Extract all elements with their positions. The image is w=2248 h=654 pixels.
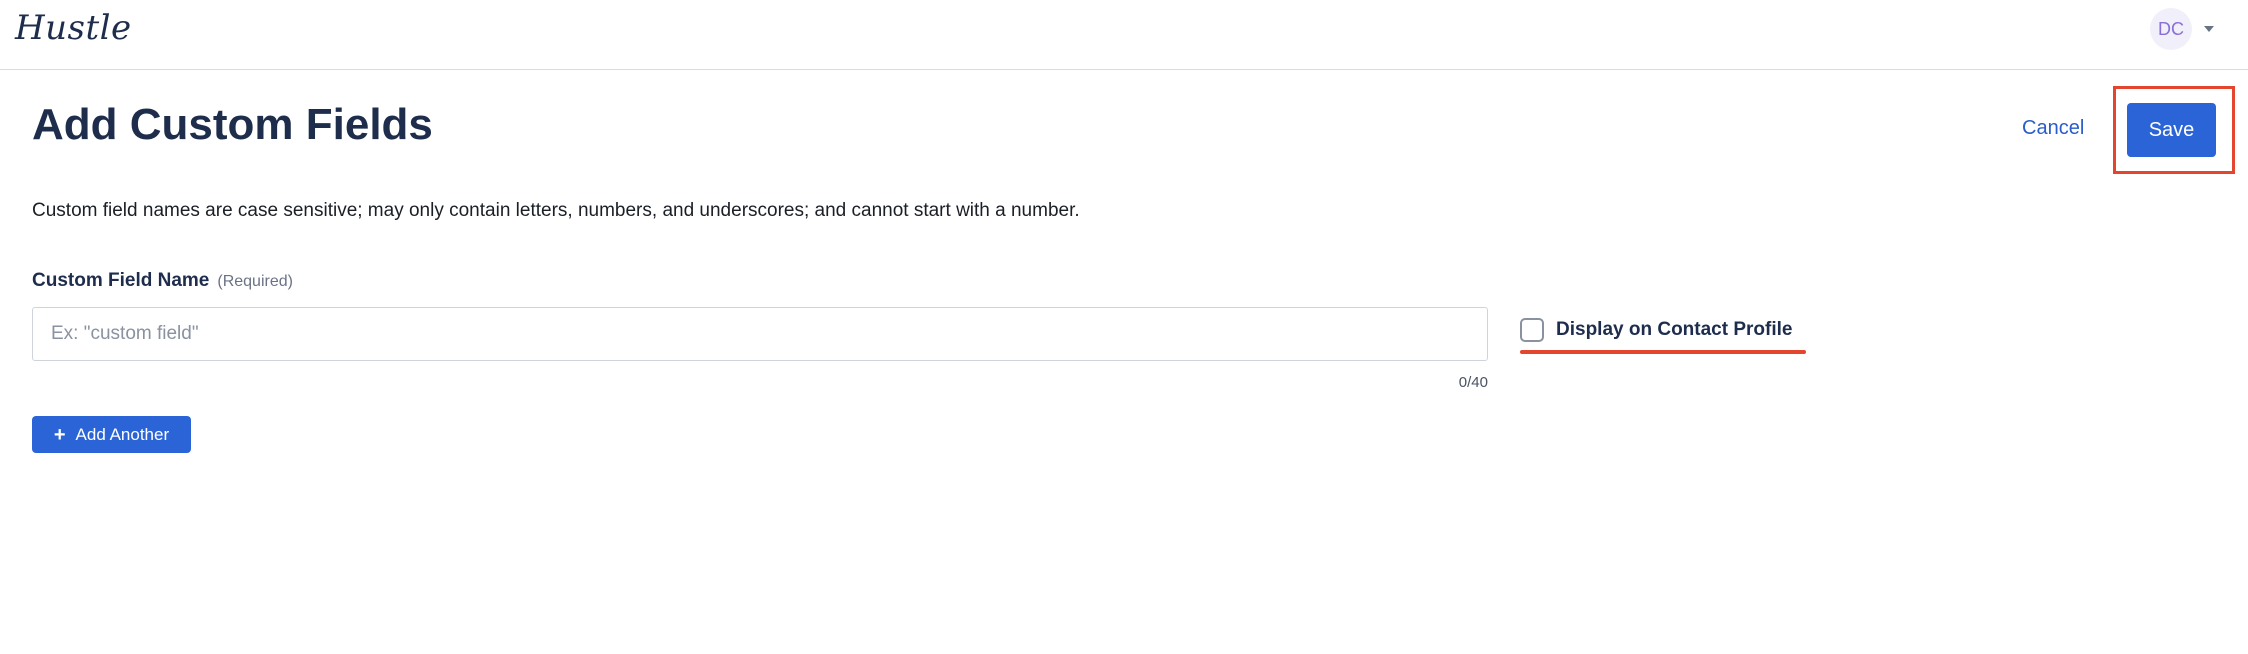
- display-on-contact-profile-option[interactable]: Display on Contact Profile: [1520, 318, 1792, 342]
- add-another-button[interactable]: + Add Another: [32, 416, 191, 453]
- checkbox-highlight-underline: [1520, 350, 1806, 354]
- top-navbar: Hustle DC: [0, 0, 2248, 70]
- display-on-contact-profile-label: Display on Contact Profile: [1556, 319, 1793, 340]
- page-title: Add Custom Fields: [32, 100, 433, 149]
- character-counter: 0/40: [1458, 374, 1488, 391]
- required-hint: (Required): [217, 273, 293, 290]
- custom-field-name-input[interactable]: [32, 307, 1488, 361]
- plus-icon: +: [53, 423, 66, 446]
- display-on-contact-profile-checkbox[interactable]: [1520, 318, 1544, 342]
- field-rules-description: Custom field names are case sensitive; m…: [32, 200, 1080, 221]
- chevron-down-icon[interactable]: [2204, 26, 2214, 32]
- cancel-button[interactable]: Cancel: [2022, 117, 2084, 140]
- user-avatar[interactable]: DC: [2150, 8, 2192, 50]
- custom-field-name-label: Custom Field Name: [32, 270, 210, 291]
- custom-field-label-group: Custom Field Name (Required): [32, 270, 293, 292]
- add-another-label: Add Another: [75, 424, 170, 444]
- save-button[interactable]: Save: [2127, 103, 2216, 157]
- app-logo[interactable]: Hustle: [15, 8, 132, 48]
